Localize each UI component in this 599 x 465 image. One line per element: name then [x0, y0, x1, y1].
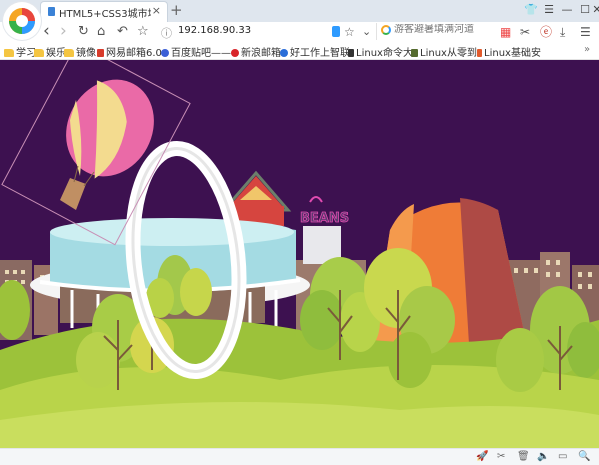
bookmark-item[interactable]: 好工作上智联 [280, 44, 350, 59]
user-icon[interactable]: ⓔ [540, 23, 552, 41]
flame-icon [477, 49, 482, 57]
bookmark-label: Linux基础安 [484, 48, 541, 59]
status-bar: 🚀 ✂ 🗑 🔈 ▭ 🔍 [0, 448, 599, 465]
bookmark-label: 学习 [16, 48, 36, 59]
settings-menu-icon[interactable]: ☰ [580, 23, 591, 41]
bookmark-item[interactable]: Linux命令大 [348, 44, 413, 59]
bookmark-label: Linux命令大 [356, 48, 413, 59]
bookmark-item[interactable]: 学习 [4, 44, 36, 59]
bookmark-bar: 学习 娱乐 镜像 网易邮箱6.0 百度贴吧—— 新浪邮箱 好工作上智联 Linu… [0, 42, 599, 60]
skin-icon[interactable]: 👕 [522, 1, 540, 19]
browser-logo-icon[interactable] [3, 2, 41, 40]
minimize-button[interactable]: — [558, 1, 576, 19]
mail-icon [97, 49, 104, 57]
page-icon[interactable]: ▭ [558, 450, 567, 464]
zhilian-icon [280, 49, 288, 57]
favorite-button[interactable]: ☆ [137, 23, 149, 41]
bookmark-item[interactable]: 网易邮箱6.0 [97, 44, 162, 59]
bookmark-star-icon[interactable]: ☆ [344, 23, 355, 41]
search-engine-icon [381, 25, 391, 35]
address-bar[interactable]: ⓘ 192.168.90.33 [157, 23, 357, 40]
home-button[interactable]: ⌂ [97, 23, 105, 41]
screenshot-icon[interactable]: ✂ [520, 23, 530, 41]
bookmark-item[interactable]: 百度贴吧—— [161, 44, 231, 59]
zoom-icon[interactable]: 🔍 [578, 450, 590, 464]
bookmark-item[interactable]: 镜像 [64, 44, 96, 59]
tab-bar: HTML5+CSS3城市场景 × + 👕 ☰ — ☐ ✕ [0, 0, 599, 40]
address-dropdown-icon[interactable]: ⌄ [362, 23, 371, 41]
weibo-icon [231, 49, 239, 57]
reload-button[interactable]: ↻ [78, 23, 89, 41]
download-icon[interactable]: ⤓ [560, 23, 565, 41]
tab-close-button[interactable]: × [152, 4, 161, 17]
bookmark-label: 镜像 [76, 48, 96, 59]
url-text[interactable]: 192.168.90.33 [178, 25, 251, 36]
close-window-button[interactable]: ✕ [592, 1, 599, 19]
navigation-bar: ‹ › ↻ ⌂ ↶ ☆ ⓘ 192.168.90.33 ☆ ⌄ ▦ ✂ ⓔ ⤓ … [0, 22, 599, 42]
new-tab-button[interactable]: + [170, 0, 183, 20]
beans-sign-text: BEANS [300, 211, 349, 226]
folder-icon [64, 49, 74, 57]
bookmark-item[interactable]: Linux从零到 [411, 44, 477, 59]
bookmark-label: 好工作上智联 [290, 48, 350, 59]
bookmark-label: 娱乐 [46, 48, 66, 59]
back-button[interactable]: ‹ [43, 23, 50, 40]
bookmark-label: 百度贴吧—— [171, 48, 231, 59]
bookmark-label: Linux从零到 [420, 48, 477, 59]
bookmark-item[interactable]: Linux基础安 [477, 44, 541, 59]
undo-close-button[interactable]: ↶ [117, 23, 128, 41]
folder-icon [34, 49, 44, 57]
forward-button[interactable]: › [60, 23, 67, 40]
v-icon [411, 49, 418, 57]
search-input[interactable] [394, 24, 494, 35]
browser-tab[interactable]: HTML5+CSS3城市场景 × [40, 1, 168, 22]
tab-title: HTML5+CSS3城市场景 [59, 9, 151, 20]
more-bookmarks-icon[interactable]: » [584, 44, 590, 55]
search-box[interactable] [376, 23, 497, 40]
page-icon [48, 7, 55, 16]
speaker-icon[interactable]: 🔈 [537, 450, 549, 464]
bookmark-label: 新浪邮箱 [241, 48, 281, 59]
mode-icon[interactable] [332, 26, 340, 37]
city-scene: BEANS [0, 60, 599, 448]
bookmark-item[interactable]: 娱乐 [34, 44, 66, 59]
info-icon: ⓘ [161, 27, 172, 40]
apps-icon[interactable]: ▦ [500, 23, 511, 41]
page-content: BEANS [0, 60, 599, 448]
folder-icon [4, 49, 14, 57]
paw-icon [161, 49, 169, 57]
cut-icon[interactable]: ✂ [497, 450, 505, 464]
bookmark-item[interactable]: 新浪邮箱 [231, 44, 281, 59]
linux-icon [348, 49, 354, 57]
bookmark-label: 网易邮箱6.0 [106, 48, 162, 59]
rocket-icon[interactable]: 🚀 [476, 450, 488, 464]
menu-icon[interactable]: ☰ [540, 1, 558, 19]
trash-icon[interactable]: 🗑 [517, 450, 530, 464]
